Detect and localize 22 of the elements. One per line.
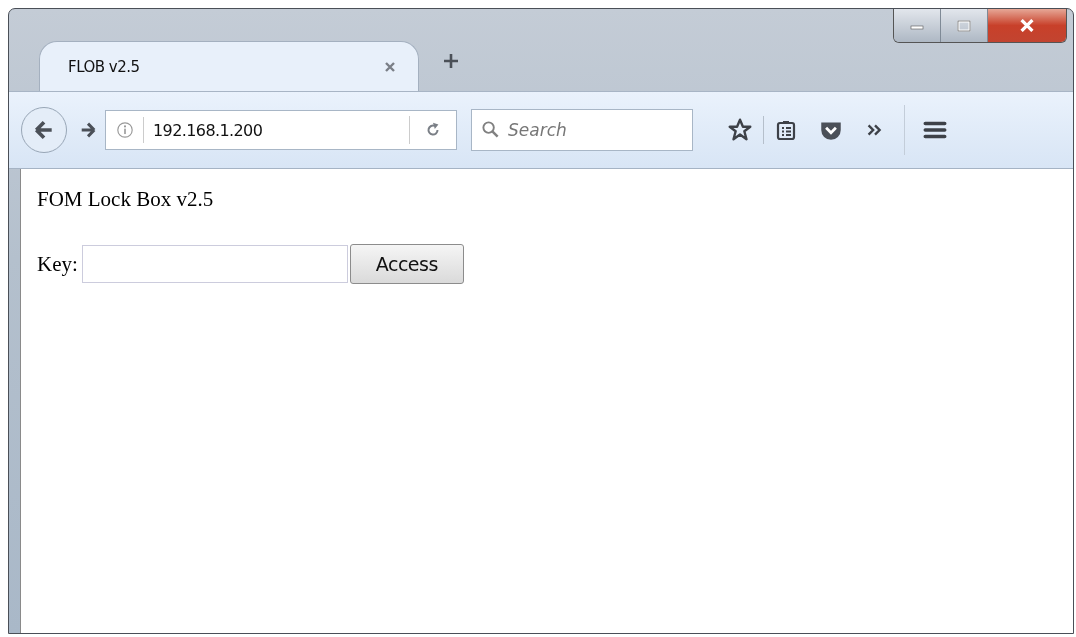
plus-icon[interactable] — [443, 53, 459, 69]
reading-list-icon[interactable] — [774, 118, 798, 142]
address-bar[interactable]: 192.168.1.200 — [105, 110, 457, 150]
forward-icon[interactable] — [79, 121, 97, 139]
star-icon[interactable] — [727, 117, 753, 143]
close-icon[interactable] — [384, 60, 396, 73]
maximize-icon — [957, 19, 971, 32]
key-label: Key: — [37, 251, 78, 277]
search-field[interactable]: Search — [471, 109, 693, 151]
close-button[interactable] — [988, 9, 1066, 42]
access-button[interactable]: Access — [349, 244, 464, 284]
info-icon[interactable] — [116, 121, 134, 139]
url-text: 192.168.1.200 — [153, 120, 264, 140]
back-button[interactable] — [21, 107, 67, 153]
page-heading: FOM Lock Box v2.5 — [37, 187, 215, 212]
close-icon — [1019, 19, 1035, 32]
back-arrow-icon — [33, 119, 55, 141]
key-field[interactable] — [81, 245, 348, 283]
maximize-button[interactable] — [941, 9, 988, 42]
browser-tab[interactable]: FLOB v2.5 — [39, 41, 419, 91]
tab-title: FLOB v2.5 — [68, 57, 140, 76]
minimize-button[interactable] — [894, 9, 941, 42]
